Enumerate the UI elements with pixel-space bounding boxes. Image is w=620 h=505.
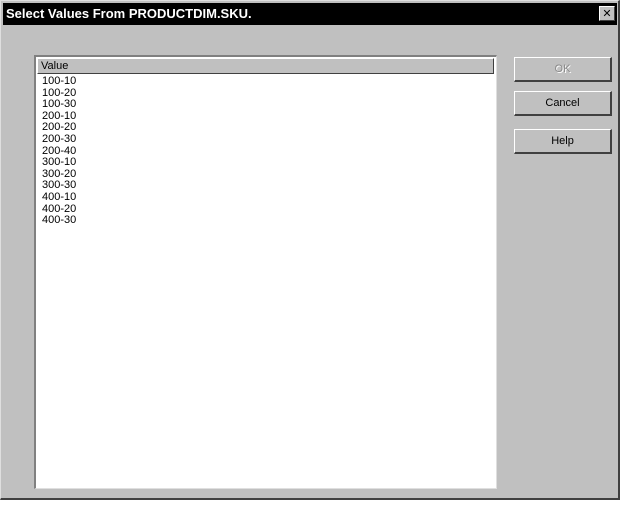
- column-header-value[interactable]: Value: [37, 58, 494, 74]
- ok-button[interactable]: OK: [514, 57, 612, 82]
- close-icon: ✕: [602, 7, 612, 20]
- values-listbox[interactable]: Value 100-10 100-20 100-30 200-10 200-20…: [34, 55, 497, 489]
- list-item[interactable]: 300-10: [42, 157, 76, 169]
- list-item[interactable]: 200-30: [42, 133, 76, 146]
- cancel-button[interactable]: Cancel: [514, 91, 612, 116]
- list-item[interactable]: 100-10: [42, 75, 76, 88]
- help-button[interactable]: Help: [514, 129, 612, 154]
- list-item[interactable]: 400-30: [42, 215, 76, 227]
- title-bar: Select Values From PRODUCTDIM.SKU. ✕: [3, 3, 617, 25]
- list-item[interactable]: 400-10: [42, 191, 76, 204]
- values-list: 100-10 100-20 100-30 200-10 200-20 200-3…: [42, 75, 76, 227]
- close-button[interactable]: ✕: [599, 6, 615, 21]
- window-title: Select Values From PRODUCTDIM.SKU.: [6, 6, 252, 21]
- select-values-dialog: Select Values From PRODUCTDIM.SKU. ✕ Val…: [0, 0, 620, 500]
